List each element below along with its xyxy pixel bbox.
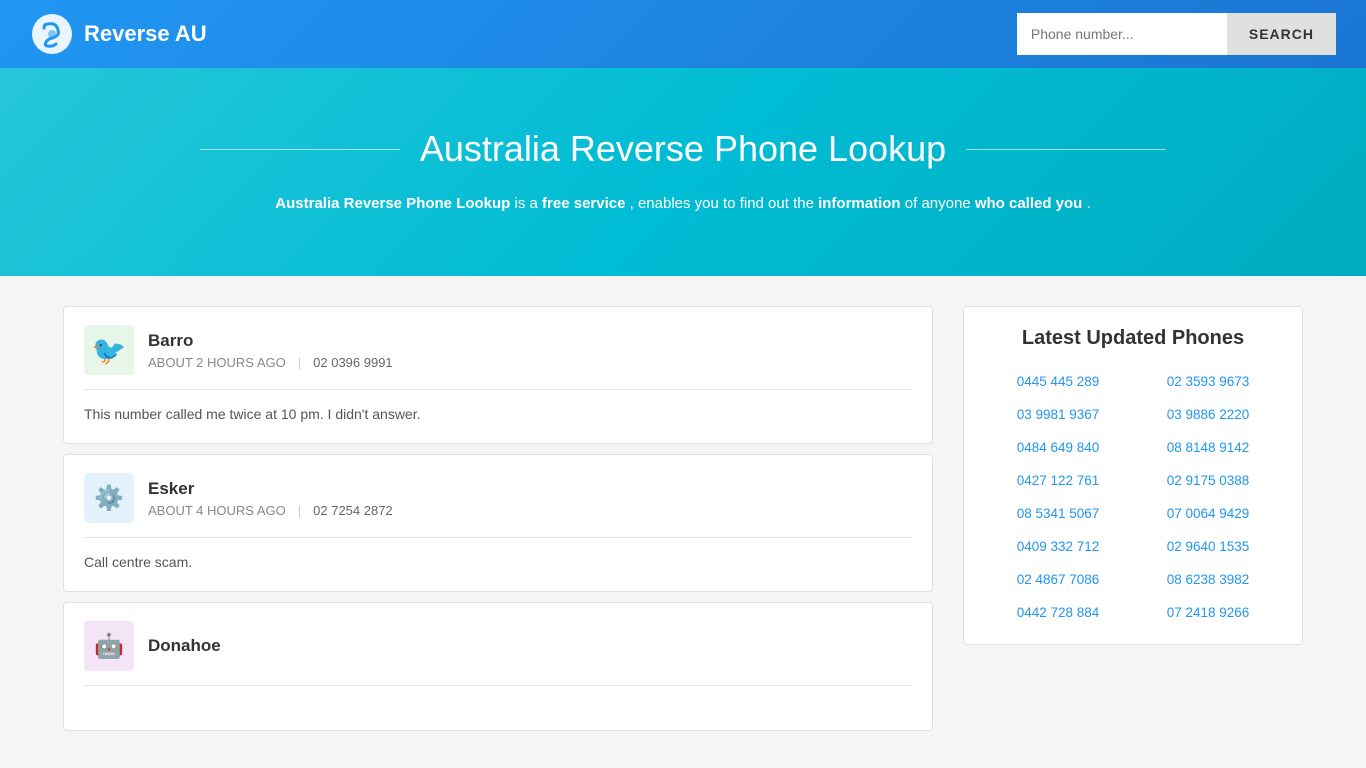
post-phone-2[interactable]: 02 7254 2872	[313, 503, 393, 518]
phone-entry-15[interactable]: 07 2418 9266	[1138, 601, 1278, 624]
logo-text: Reverse AU	[84, 21, 207, 47]
post-card-1: 🐦 Barro ABOUT 2 HOURS AGO | 02 0396 9991…	[63, 306, 933, 444]
post-header-2: ⚙️ Esker ABOUT 4 HOURS AGO | 02 7254 287…	[84, 473, 912, 538]
post-card-3: 🤖 Donahoe	[63, 602, 933, 731]
phone-entry-10[interactable]: 0409 332 712	[988, 535, 1128, 558]
latest-phones-title: Latest Updated Phones	[988, 327, 1278, 350]
posts-column: 🐦 Barro ABOUT 2 HOURS AGO | 02 0396 9991…	[63, 306, 933, 731]
search-button[interactable]: SEARCH	[1227, 13, 1336, 55]
logo-area: Reverse AU	[30, 12, 207, 56]
hero-desc-brand: Australia Reverse Phone Lookup	[275, 195, 510, 212]
post-info-2: ABOUT 4 HOURS AGO | 02 7254 2872	[148, 503, 393, 518]
post-divider-2: |	[298, 503, 301, 518]
hero-desc-text2: , enables you to find out the	[630, 195, 818, 212]
sidebar: Latest Updated Phones 0445 445 289 02 359…	[963, 306, 1303, 731]
phone-entry-0[interactable]: 0445 445 289	[988, 370, 1128, 393]
post-body-2: Call centre scam.	[84, 552, 912, 573]
hero-desc-who: who called you	[975, 195, 1083, 212]
phone-entry-5[interactable]: 08 8148 9142	[1138, 436, 1278, 459]
phone-entry-1[interactable]: 02 3593 9673	[1138, 370, 1278, 393]
phone-entry-8[interactable]: 08 5341 5067	[988, 502, 1128, 525]
post-avatar-1: 🐦	[84, 325, 134, 375]
post-meta-3: Donahoe	[148, 636, 221, 656]
phone-entry-13[interactable]: 08 6238 3982	[1138, 568, 1278, 591]
phone-search-input[interactable]	[1017, 13, 1227, 55]
phone-entry-6[interactable]: 0427 122 761	[988, 469, 1128, 492]
hero-line-right	[966, 149, 1166, 150]
post-meta-2: Esker ABOUT 4 HOURS AGO | 02 7254 2872	[148, 479, 393, 518]
hero-section: Australia Reverse Phone Lookup Australia…	[0, 68, 1366, 276]
search-area: SEARCH	[1017, 13, 1336, 55]
hero-desc-text3: of anyone	[905, 195, 975, 212]
hero-desc-free: free service	[542, 195, 625, 212]
phone-entry-2[interactable]: 03 9981 9367	[988, 403, 1128, 426]
post-username-1: Barro	[148, 331, 393, 351]
header: Reverse AU SEARCH	[0, 0, 1366, 68]
phone-entry-12[interactable]: 02 4867 7086	[988, 568, 1128, 591]
hero-desc-period: .	[1087, 195, 1091, 212]
hero-line-left	[200, 149, 400, 150]
post-meta-1: Barro ABOUT 2 HOURS AGO | 02 0396 9991	[148, 331, 393, 370]
hero-title: Australia Reverse Phone Lookup	[30, 128, 1336, 170]
hero-description: Australia Reverse Phone Lookup is a free…	[30, 192, 1336, 216]
post-username-2: Esker	[148, 479, 393, 499]
phones-grid: 0445 445 289 02 3593 9673 03 9981 9367 03 9…	[988, 370, 1278, 624]
post-info-1: ABOUT 2 HOURS AGO | 02 0396 9991	[148, 355, 393, 370]
phone-entry-14[interactable]: 0442 728 884	[988, 601, 1128, 624]
hero-title-text: Australia Reverse Phone Lookup	[420, 128, 946, 170]
phone-entry-11[interactable]: 02 9640 1535	[1138, 535, 1278, 558]
post-time-1: ABOUT 2 HOURS AGO	[148, 355, 286, 370]
phone-entry-7[interactable]: 02 9175 0388	[1138, 469, 1278, 492]
logo-icon	[30, 12, 74, 56]
post-time-2: ABOUT 4 HOURS AGO	[148, 503, 286, 518]
post-header-3: 🤖 Donahoe	[84, 621, 912, 686]
post-body-1: This number called me twice at 10 pm. I …	[84, 404, 912, 425]
post-header-1: 🐦 Barro ABOUT 2 HOURS AGO | 02 0396 9991	[84, 325, 912, 390]
post-username-3: Donahoe	[148, 636, 221, 656]
phone-entry-9[interactable]: 07 0064 9429	[1138, 502, 1278, 525]
post-avatar-2: ⚙️	[84, 473, 134, 523]
hero-desc-info: information	[818, 195, 901, 212]
phone-entry-4[interactable]: 0484 649 840	[988, 436, 1128, 459]
post-divider-1: |	[298, 355, 301, 370]
post-phone-1[interactable]: 02 0396 9991	[313, 355, 393, 370]
post-avatar-3: 🤖	[84, 621, 134, 671]
phone-entry-3[interactable]: 03 9886 2220	[1138, 403, 1278, 426]
main-content: 🐦 Barro ABOUT 2 HOURS AGO | 02 0396 9991…	[33, 276, 1333, 761]
post-card-2: ⚙️ Esker ABOUT 4 HOURS AGO | 02 7254 287…	[63, 454, 933, 592]
latest-phones-box: Latest Updated Phones 0445 445 289 02 359…	[963, 306, 1303, 645]
hero-desc-text1: is a	[515, 195, 543, 212]
